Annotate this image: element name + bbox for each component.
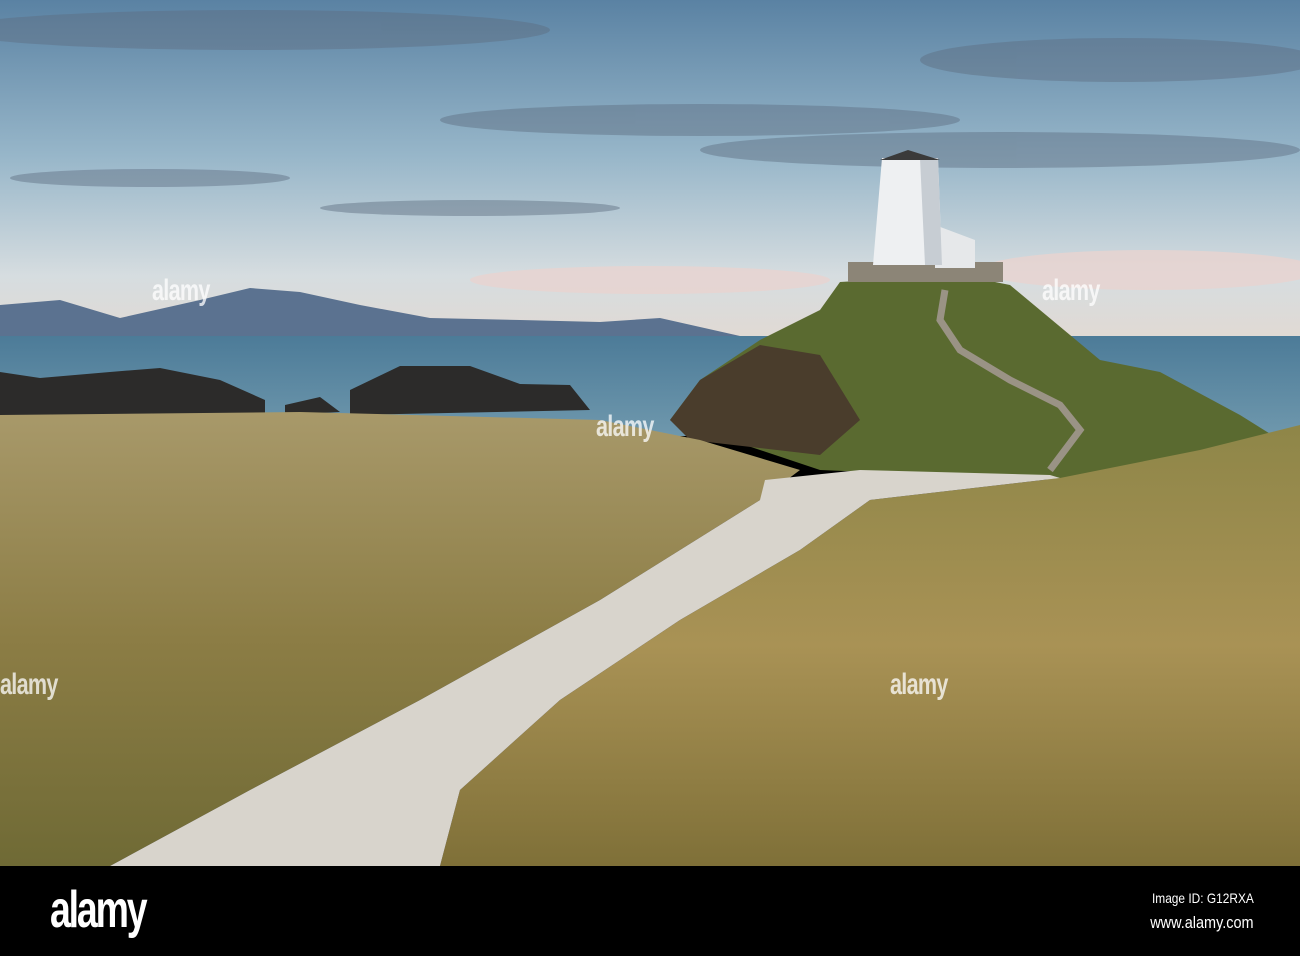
watermark: alamy	[1042, 274, 1100, 307]
footer-bar: alamy Image ID: G12RXA www.alamy.com	[0, 866, 1300, 956]
watermark: alamy	[596, 410, 654, 443]
watermark: alamy	[152, 274, 210, 307]
watermark: alamy	[0, 668, 58, 701]
watermark: alamy	[890, 668, 948, 701]
image-id: Image ID: G12RXA	[1152, 890, 1254, 906]
website-link[interactable]: www.alamy.com	[1151, 913, 1254, 933]
alamy-logo: alamy	[50, 881, 148, 939]
